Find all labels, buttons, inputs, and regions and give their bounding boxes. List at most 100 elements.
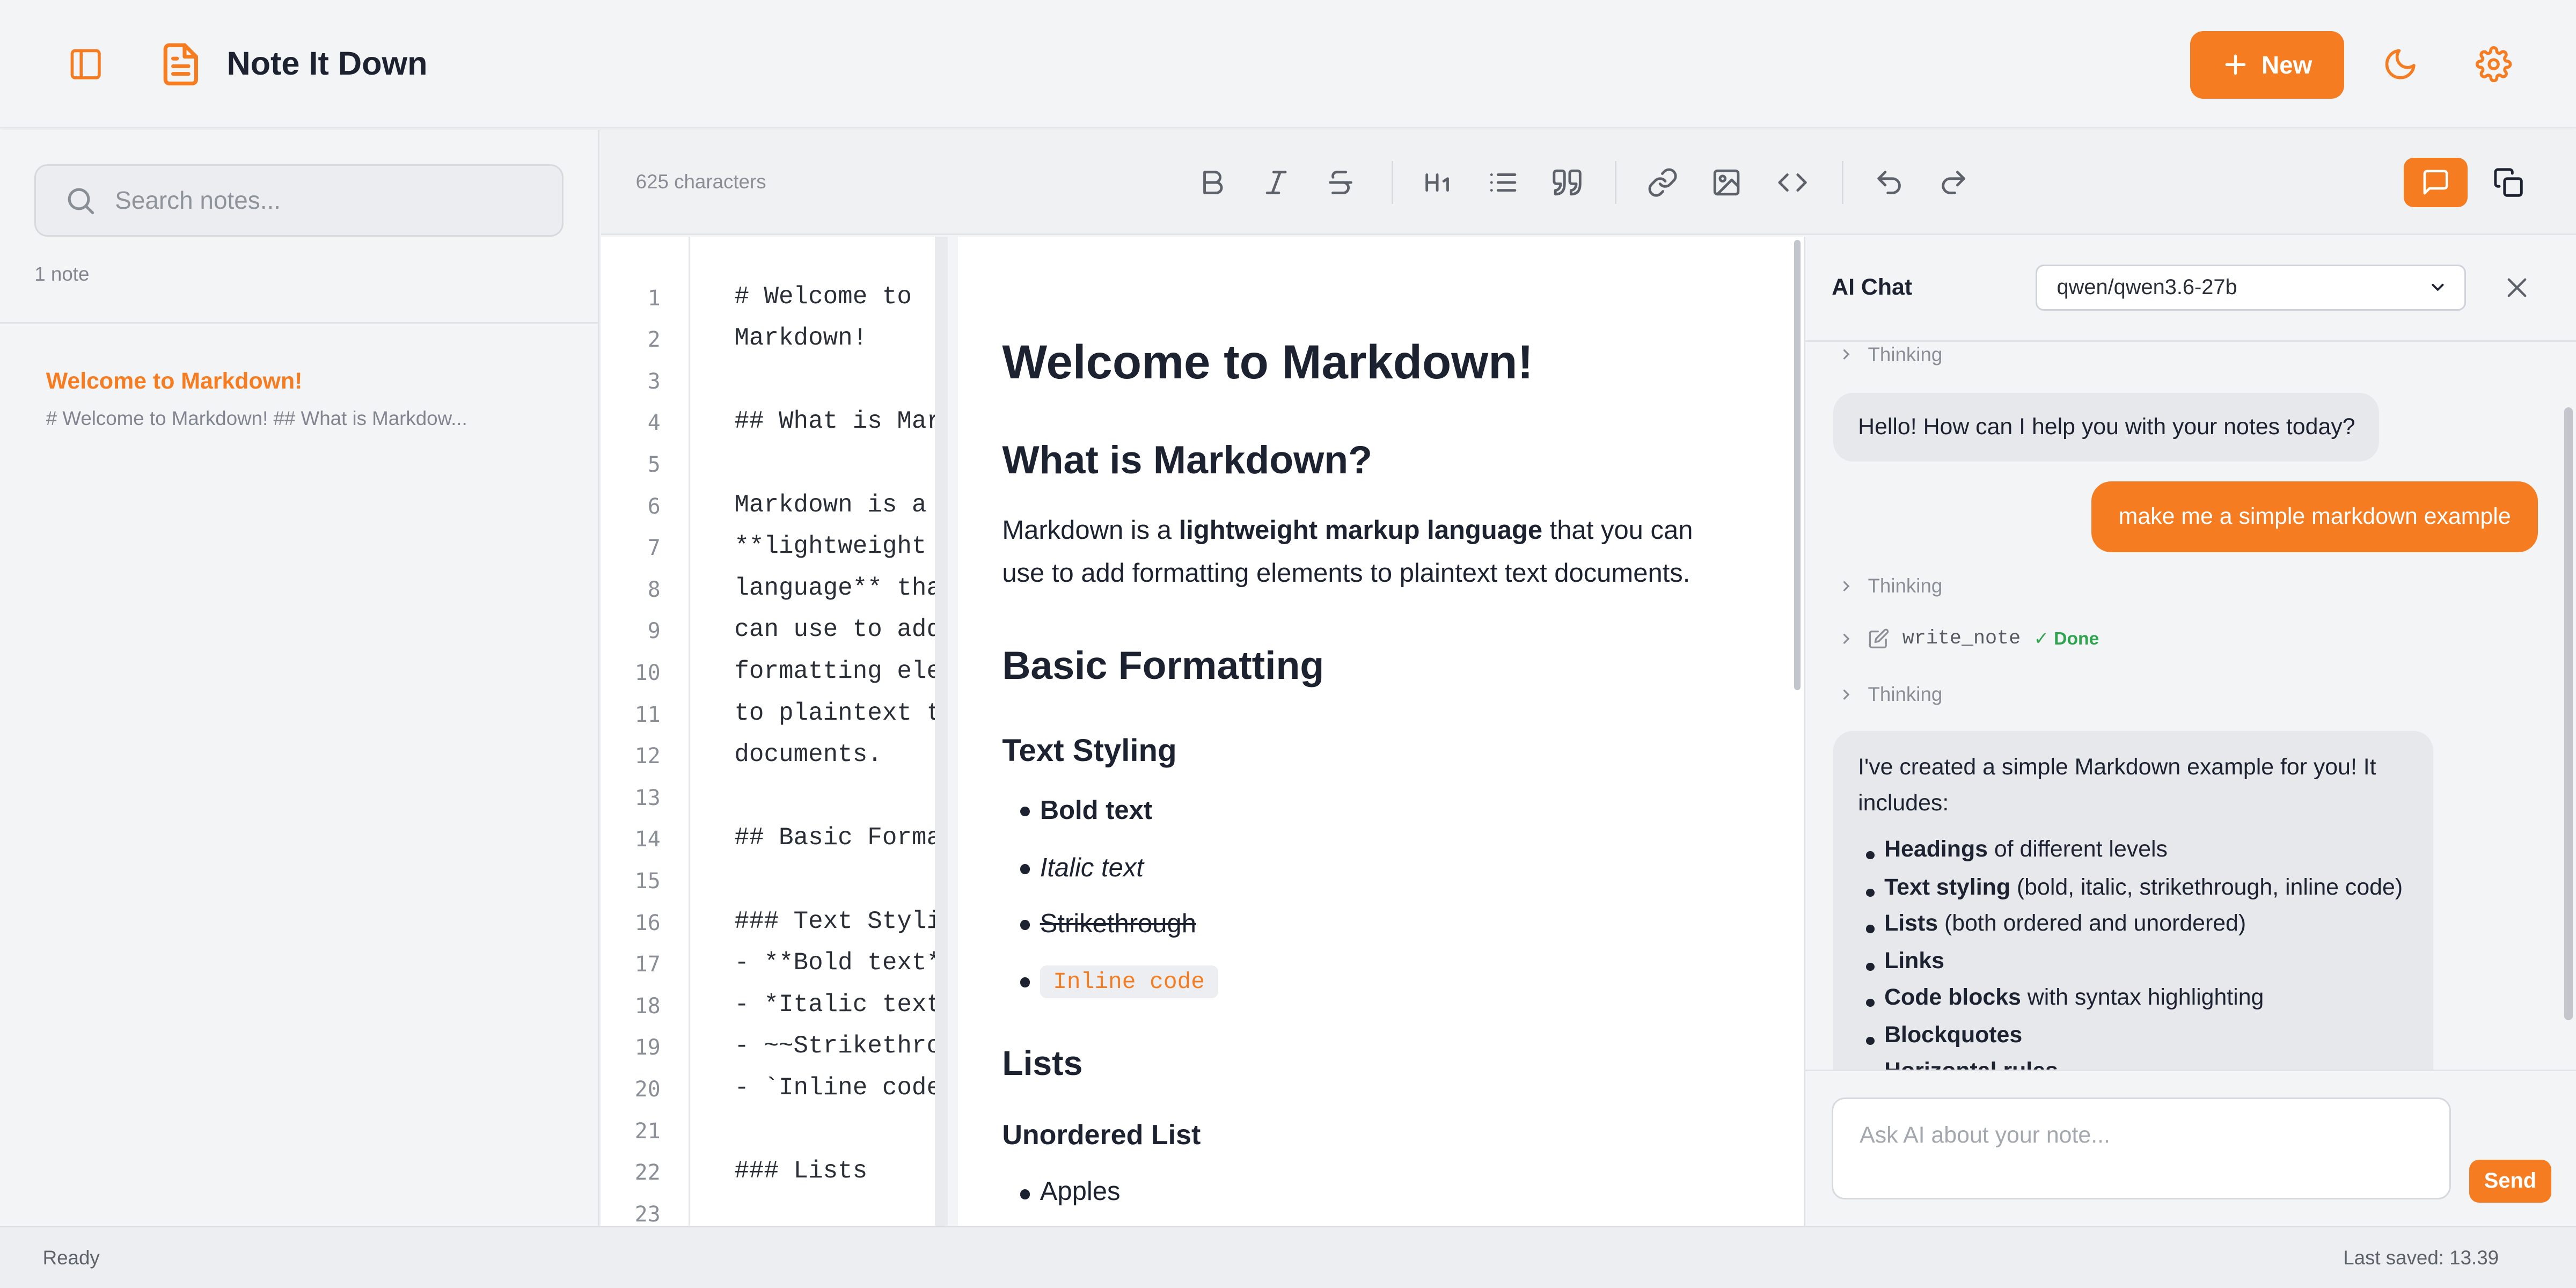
italic-icon[interactable] bbox=[1252, 158, 1301, 207]
list-bullet bbox=[1020, 1189, 1030, 1199]
editor-scrollbar[interactable] bbox=[934, 236, 948, 1226]
gear-icon[interactable] bbox=[2464, 34, 2523, 93]
code-line: ## Basic Forma bbox=[734, 824, 942, 852]
code-line: - `Inline code bbox=[734, 1073, 942, 1102]
markdown-editor[interactable]: 1 2 3 4 5 6 7 8 9 10 11 12 13 14 15 16 17 18 19 20 21 22 23 # … bbox=[601, 236, 943, 1226]
list-item-strike: Strikethrough bbox=[1040, 909, 1196, 938]
chat-scrollbar[interactable] bbox=[2564, 407, 2573, 1020]
thinking-label: Thinking bbox=[1868, 683, 1943, 706]
thinking-toggle[interactable]: Thinking bbox=[1838, 343, 1942, 366]
new-note-label: New bbox=[2261, 50, 2312, 79]
line-number: 18 bbox=[634, 993, 661, 1019]
strikethrough-icon[interactable] bbox=[1316, 158, 1365, 207]
heading-icon[interactable] bbox=[1413, 158, 1462, 207]
search-input[interactable] bbox=[115, 186, 526, 215]
plus-icon bbox=[2225, 55, 2245, 75]
line-number: 10 bbox=[634, 661, 661, 686]
note-list-item[interactable]: Welcome to Markdown! # Welcome to Markdo… bbox=[0, 352, 598, 450]
preview-h3-styling: Text Styling bbox=[1002, 733, 1177, 769]
line-number: 1 bbox=[647, 286, 661, 311]
ai-message: Hello! How can I help you with your note… bbox=[1833, 392, 2379, 462]
chevron-down-icon bbox=[2432, 284, 2444, 291]
code-line: ## What is Mar bbox=[734, 407, 942, 436]
reply-item: Code blocks with syntax highlighting bbox=[1884, 984, 2264, 1010]
bold-icon[interactable] bbox=[1188, 158, 1237, 207]
thinking-toggle[interactable]: Thinking bbox=[1838, 683, 1942, 706]
code-line: to plaintext t bbox=[734, 699, 942, 727]
status-text: Ready bbox=[42, 1247, 100, 1269]
ai-reply: I've created a simple Markdown example f… bbox=[1833, 731, 2433, 1070]
line-number: 17 bbox=[634, 952, 661, 977]
line-number: 11 bbox=[634, 702, 661, 727]
thinking-label: Thinking bbox=[1868, 575, 1943, 597]
quote-icon[interactable] bbox=[1542, 158, 1592, 207]
link-icon[interactable] bbox=[1638, 158, 1687, 207]
status-bar: Ready Last saved: 13.39 bbox=[0, 1225, 2576, 1288]
note-count: 1 note bbox=[34, 262, 90, 285]
app-title: Note It Down bbox=[226, 45, 428, 82]
moon-icon[interactable] bbox=[2370, 34, 2429, 93]
code-line: # Welcome to bbox=[734, 282, 912, 311]
chat-input[interactable] bbox=[1832, 1097, 2451, 1199]
last-saved: Last saved: 13.39 bbox=[2343, 1247, 2499, 1269]
line-number: 14 bbox=[634, 827, 661, 852]
note-preview: # Welcome to Markdown! ## What is Markdo… bbox=[46, 407, 467, 430]
code-icon[interactable] bbox=[1768, 158, 1817, 207]
reply-item: Links bbox=[1884, 948, 1945, 974]
code-line: formatting ele bbox=[734, 657, 942, 685]
code-line: Markdown is a bbox=[734, 491, 927, 519]
preview-scrollbar[interactable] bbox=[1794, 239, 1801, 690]
close-icon[interactable] bbox=[2496, 266, 2538, 309]
reply-bullet bbox=[1866, 889, 1875, 897]
preview-h1: Welcome to Markdown! bbox=[1002, 335, 1533, 389]
code-line: - ~~Strikethro bbox=[734, 1032, 942, 1060]
chat-footer: Send bbox=[1805, 1069, 2576, 1226]
code-line: - **Bold text* bbox=[734, 949, 942, 977]
model-select[interactable]: qwen/qwen3.6-27b bbox=[2035, 264, 2466, 311]
line-number: 2 bbox=[647, 327, 661, 353]
reply-item: Horizontal rules bbox=[1884, 1058, 2058, 1069]
edit-icon bbox=[1869, 628, 1889, 649]
line-number: 13 bbox=[634, 785, 661, 810]
chat-toggle-button[interactable] bbox=[2403, 157, 2468, 207]
redo-icon[interactable] bbox=[1929, 158, 1978, 207]
list-icon[interactable] bbox=[1479, 158, 1528, 207]
thinking-toggle[interactable]: Thinking bbox=[1838, 575, 1942, 597]
toolbar-divider bbox=[1841, 160, 1843, 204]
reply-item: Blockquotes bbox=[1884, 1022, 2023, 1048]
line-number: 23 bbox=[634, 1202, 661, 1226]
chevron-right-icon bbox=[1843, 634, 1850, 644]
tool-status: ✓ Done bbox=[2033, 629, 2099, 649]
image-icon[interactable] bbox=[1702, 158, 1751, 207]
list-bullet bbox=[1020, 977, 1030, 987]
chat-messages: Thinking Hello! How can I help you with … bbox=[1805, 342, 2576, 1070]
tool-name: write_note bbox=[1902, 627, 2021, 650]
send-button[interactable]: Send bbox=[2469, 1160, 2551, 1203]
line-number: 21 bbox=[634, 1118, 661, 1144]
inline-code: Inline code bbox=[1040, 965, 1218, 999]
reply-bullet bbox=[1866, 999, 1875, 1007]
code-line: can use to add bbox=[734, 616, 942, 644]
reply-item: Lists (both ordered and unordered) bbox=[1884, 910, 2246, 936]
toolbar-divider bbox=[1615, 160, 1617, 204]
reply-bullet bbox=[1866, 851, 1875, 859]
ai-chat-panel: AI Chat qwen/qwen3.6-27b Thinking Hello!… bbox=[1804, 236, 2576, 1226]
code-line: language** tha bbox=[734, 574, 942, 602]
editor-toolbar: 625 characters bbox=[601, 129, 2576, 235]
new-note-button[interactable]: New bbox=[2190, 31, 2345, 99]
undo-icon[interactable] bbox=[1864, 158, 1914, 207]
reply-item: Headings of different levels bbox=[1884, 836, 2168, 862]
list-bullet bbox=[1020, 920, 1030, 930]
list-bullet bbox=[1020, 864, 1030, 874]
toolbar-divider bbox=[1391, 160, 1393, 204]
tool-call-write-note[interactable]: write_note ✓ Done bbox=[1838, 627, 2099, 650]
code-line: ### Text Styli bbox=[734, 907, 942, 935]
code-line: ### Lists bbox=[734, 1157, 868, 1185]
character-count: 625 characters bbox=[635, 171, 766, 193]
line-number-gutter: 1 2 3 4 5 6 7 8 9 10 11 12 13 14 15 16 17 18 19 20 21 22 23 bbox=[601, 236, 690, 1226]
preview-h3-unordered: Unordered List bbox=[1002, 1119, 1201, 1151]
copy-icon[interactable] bbox=[2484, 158, 2534, 207]
sidebar-toggle-icon[interactable] bbox=[56, 34, 115, 93]
markdown-preview: Welcome to Markdown! What is Markdown? M… bbox=[957, 236, 1804, 1226]
line-number: 8 bbox=[647, 577, 661, 602]
